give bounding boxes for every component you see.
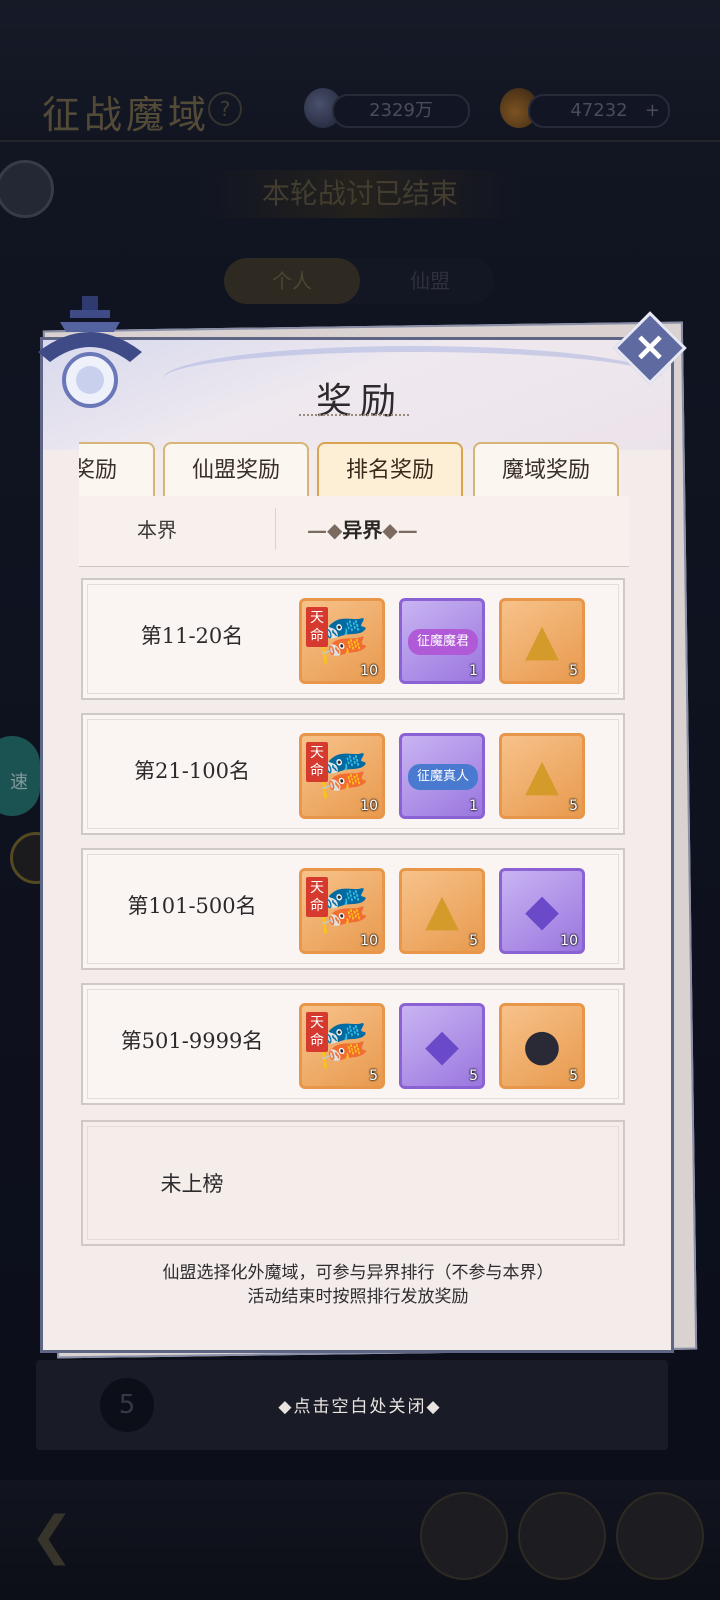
pagoda-emblem-icon [38,296,142,408]
tab-alliance-reward[interactable]: 仙盟奖励 [163,442,309,496]
title-badge-icon: 征魔真人 [408,764,478,790]
reward-item[interactable]: ▲ 5 [499,598,585,684]
unranked-label: 未上榜 [160,1172,224,1196]
reward-item[interactable]: ▲ 5 [399,868,485,954]
item-count: 5 [569,798,578,814]
tianming-tag: 天命 [306,877,328,917]
rank-row-101-500: 第101-500名 🎏 天命 10 ▲ 5 ◆ 10 [81,848,625,970]
rank-label: 第11-20名 [140,624,244,648]
rule-note-2: 活动结束时按照排行发放奖励 [247,1287,469,1307]
item-count: 1 [469,663,478,679]
reward-item[interactable]: ◆ 10 [499,868,585,954]
subtab-other-realm[interactable]: —◆异界◆— [307,514,418,543]
reward-item[interactable]: ▲ 5 [499,733,585,819]
rule-note-1: 仙盟选择化外魔域，可参与异界排行（不参与本界） [162,1263,554,1283]
tab-rank-reward-label: 排名奖励 [345,458,434,483]
rank-row-501-9999: 第501-9999名 🎏 天命 5 ◆ 5 ● 5 [81,983,625,1105]
reward-item[interactable]: 🎏 天命 5 [299,1003,385,1089]
reward-item[interactable]: 🎏 天命 10 [299,733,385,819]
item-count: 10 [560,933,578,949]
rank-row-11-20: 第11-20名 🎏 天命 10 征魔魔君 1 ▲ 5 [81,578,625,700]
subtab-other-realm-label: 异界 [342,518,383,542]
tap-to-close-hint[interactable]: ◆点击空白处关闭◆ [0,1392,720,1417]
tab-demon-domain-reward-label: 魔域奖励 [501,458,590,483]
subtab-underline [79,566,629,567]
item-count: 10 [360,663,378,679]
tianming-tag: 天命 [306,607,328,647]
rank-label: 第101-500名 [127,894,257,918]
rank-row-21-100: 第21-100名 🎏 天命 10 征魔真人 1 ▲ 5 [81,713,625,835]
subtab-divider [275,508,276,550]
reward-item[interactable]: ◆ 5 [399,1003,485,1089]
reward-dialog: 奖励 奖励 仙盟奖励 排名奖励 魔域奖励 本界 —◆异界◆— 第11-20名 🎏… [40,337,674,1353]
tab-demon-domain-reward[interactable]: 魔域奖励 [473,442,619,496]
tianming-tag: 天命 [306,742,328,782]
tab-reward-label: 奖励 [79,458,117,483]
subtab-deco-right: ◆— [382,518,418,542]
item-count: 5 [369,1068,378,1084]
tab-reward[interactable]: 奖励 [79,442,155,496]
item-count: 5 [569,663,578,679]
title-badge-icon: 征魔魔君 [408,629,478,655]
realm-subtabs: 本界 —◆异界◆— [79,496,629,566]
subtab-deco-left: —◆ [307,518,343,542]
item-count: 5 [469,1068,478,1084]
unranked-row: 未上榜 [81,1120,625,1246]
close-icon[interactable]: × [624,322,676,374]
title-ornament [299,414,409,420]
reward-item[interactable]: 🎏 天命 10 [299,598,385,684]
tab-alliance-reward-label: 仙盟奖励 [191,458,280,483]
item-count: 10 [360,933,378,949]
rank-label: 第501-9999名 [120,1029,264,1053]
subtab-this-realm[interactable]: 本界 [137,514,177,543]
item-count: 1 [469,798,478,814]
tab-rank-reward[interactable]: 排名奖励 [317,442,463,496]
item-count: 5 [469,933,478,949]
rank-label: 第21-100名 [134,759,250,783]
reward-tabs: 奖励 仙盟奖励 排名奖励 魔域奖励 [79,436,639,496]
reward-item[interactable]: 征魔真人 1 [399,733,485,819]
item-count: 10 [360,798,378,814]
reward-item[interactable]: 🎏 天命 10 [299,868,385,954]
item-count: 5 [569,1068,578,1084]
tianming-tag: 天命 [306,1012,328,1052]
reward-item[interactable]: ● 5 [499,1003,585,1089]
reward-item[interactable]: 征魔魔君 1 [399,598,485,684]
